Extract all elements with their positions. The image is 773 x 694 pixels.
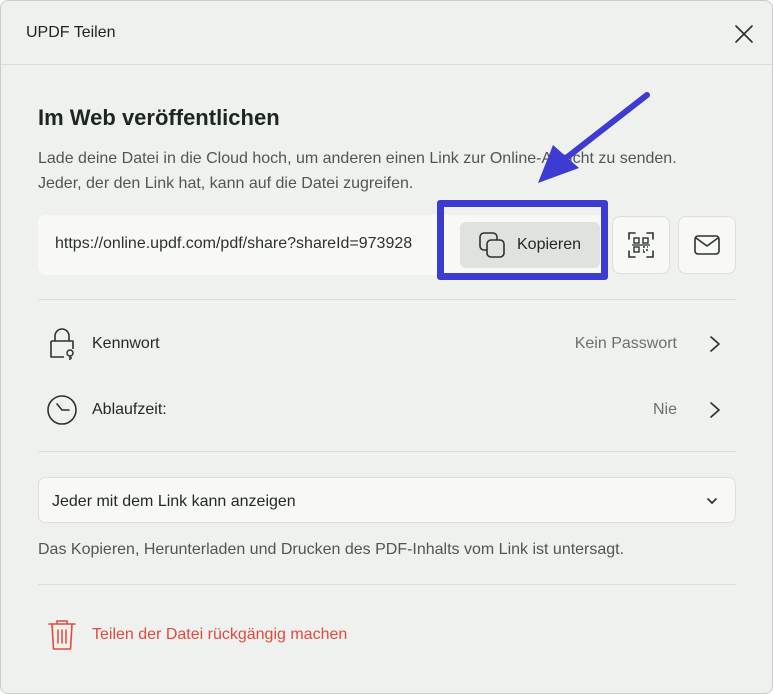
clock-icon <box>47 395 77 425</box>
lock-key-icon <box>50 328 74 360</box>
mail-icon <box>694 235 720 255</box>
stop-sharing-button[interactable]: Teilen der Datei rückgängig machen <box>46 617 386 653</box>
chevron-right-icon <box>710 402 720 418</box>
dialog-titlebar: UPDF Teilen <box>1 1 772 65</box>
share-link-field[interactable]: https://online.updf.com/pdf/share?shareI… <box>38 215 605 275</box>
publish-heading: Im Web veröffentlichen <box>38 105 280 130</box>
password-label: Kennwort <box>92 335 160 352</box>
copy-link-button[interactable]: Kopieren <box>460 222 600 268</box>
trash-icon <box>48 620 76 650</box>
close-icon <box>735 25 753 43</box>
chevron-right-icon <box>710 336 720 352</box>
expiry-value: Nie <box>652 401 677 418</box>
copy-icon <box>479 232 505 258</box>
publish-description: Lade deine Datei in die Cloud hoch, um a… <box>38 150 677 192</box>
close-button[interactable] <box>727 17 761 51</box>
expiry-label: Ablaufzeit: <box>92 401 167 418</box>
email-share-button[interactable] <box>678 216 736 274</box>
permission-note: Das Kopieren, Herunterladen und Drucken … <box>38 541 625 558</box>
copy-button-label: Kopieren <box>517 236 582 253</box>
stop-sharing-label: Teilen der Datei rückgängig machen <box>92 626 348 643</box>
permission-selected-value: Jeder mit dem Link kann anzeigen <box>52 493 296 510</box>
qr-code-button[interactable] <box>612 216 670 274</box>
password-setting-row[interactable]: Kennwort Kein Passwort <box>38 319 736 369</box>
qr-code-icon <box>628 232 654 258</box>
dialog-title: UPDF Teilen <box>26 24 116 41</box>
password-value: Kein Passwort <box>574 335 677 352</box>
divider <box>38 451 736 452</box>
chevron-down-icon <box>707 498 717 504</box>
share-dialog: UPDF Teilen Im Web veröffentlichen Lade … <box>0 0 773 694</box>
link-permission-dropdown[interactable]: Jeder mit dem Link kann anzeigen <box>38 477 736 523</box>
expiry-setting-row[interactable]: Ablaufzeit: Nie <box>38 385 736 435</box>
divider <box>38 299 736 300</box>
divider <box>38 584 736 585</box>
share-link-url[interactable]: https://online.updf.com/pdf/share?shareI… <box>55 235 465 253</box>
